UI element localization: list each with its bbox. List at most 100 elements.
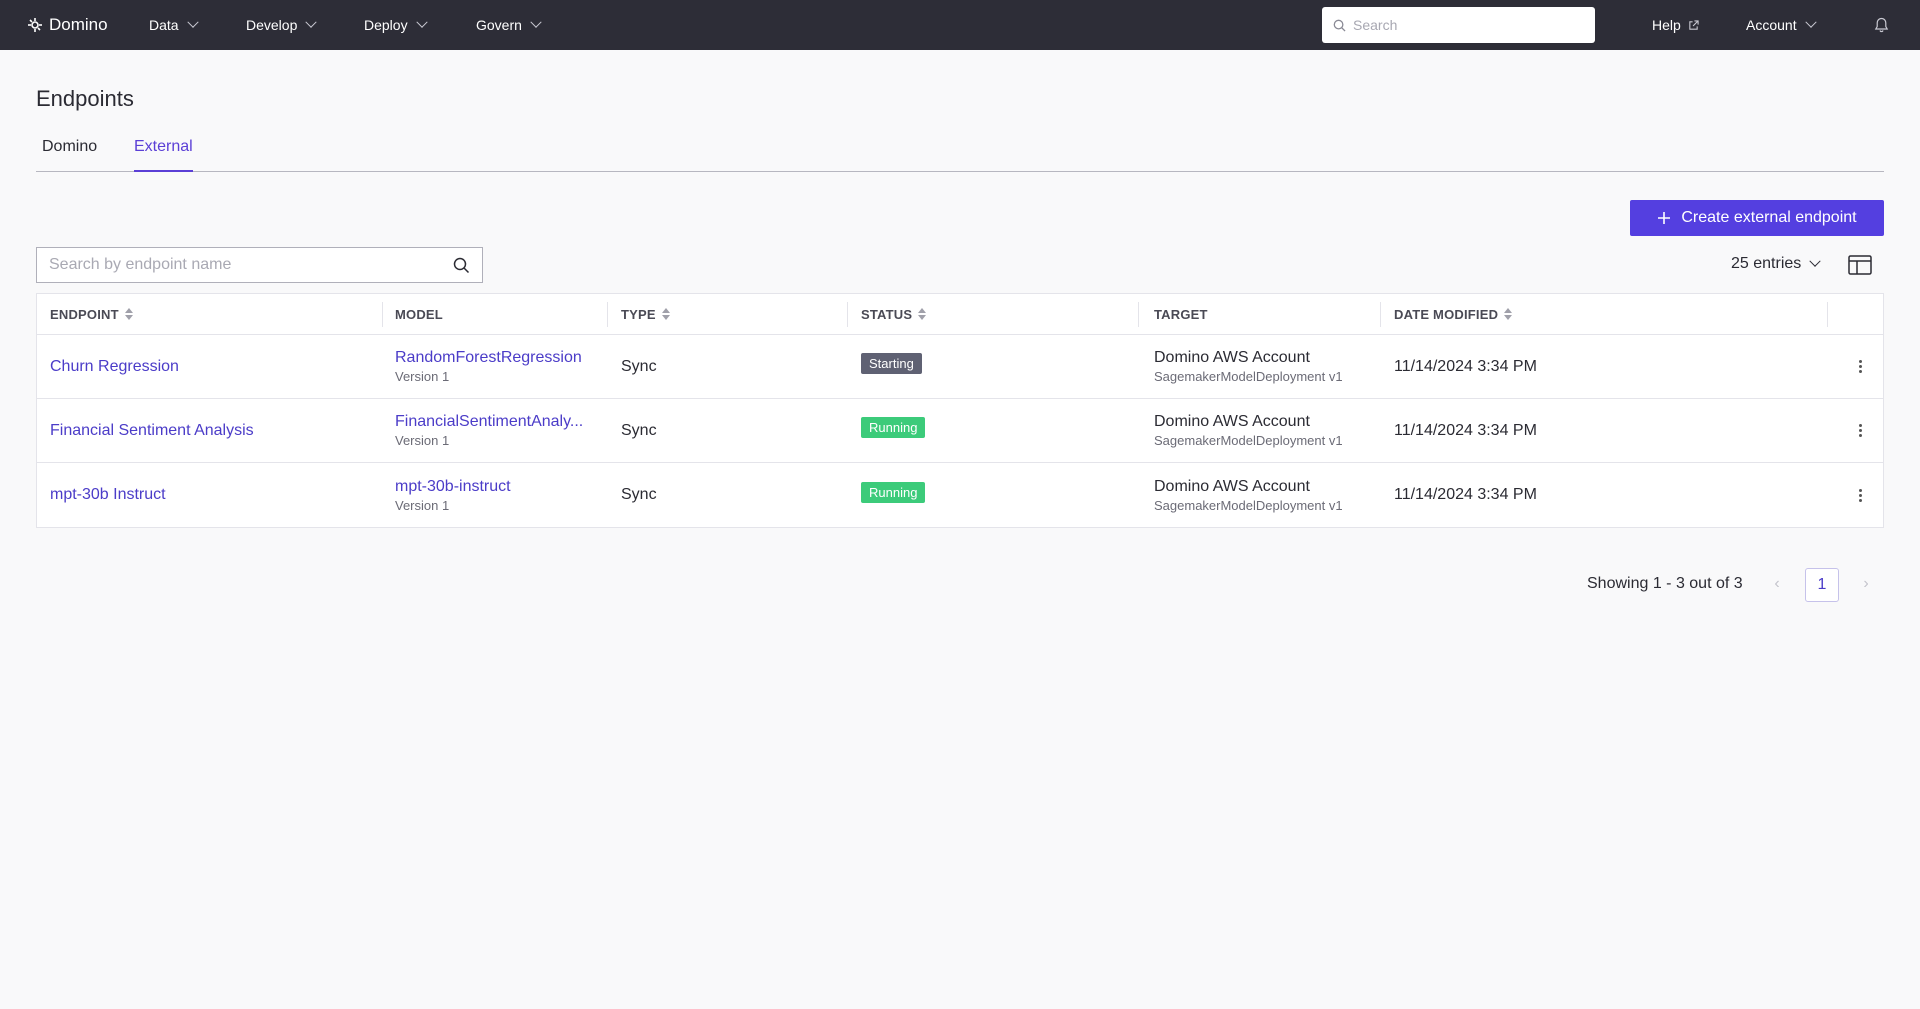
sort-icon xyxy=(124,308,133,320)
target-deployment: SagemakerModelDeployment v1 xyxy=(1154,369,1343,384)
header-target: TARGET xyxy=(1154,294,1208,334)
chevron-down-icon xyxy=(1809,255,1821,267)
endpoint-name-link[interactable]: Churn Regression xyxy=(50,358,179,376)
chevron-down-icon xyxy=(530,16,542,28)
endpoint-type: Sync xyxy=(621,421,657,439)
chevron-left-icon[interactable]: ‹ xyxy=(1765,572,1789,596)
model-name-link[interactable]: mpt-30b-instruct xyxy=(395,478,511,496)
nav-govern-label: Govern xyxy=(476,17,522,33)
nav-data-label: Data xyxy=(149,17,179,33)
nav-data[interactable]: Data xyxy=(149,0,199,50)
header-type-label: TYPE xyxy=(621,306,656,322)
target-deployment: SagemakerModelDeployment v1 xyxy=(1154,497,1343,513)
header-target-label: TARGET xyxy=(1154,306,1208,322)
page-button-current[interactable]: 1 xyxy=(1805,568,1839,602)
header-model: MODEL xyxy=(395,294,443,334)
chevron-right-icon[interactable]: › xyxy=(1854,572,1878,596)
global-search-input[interactable] xyxy=(1353,17,1573,33)
pagination-summary: Showing 1 - 3 out of 3 xyxy=(1587,575,1743,592)
endpoint-tabs: Domino External xyxy=(36,138,1884,172)
column-divider xyxy=(607,302,608,327)
status-badge: Starting xyxy=(861,353,922,374)
column-divider xyxy=(1138,302,1139,327)
external-link-icon xyxy=(1689,19,1699,30)
help-link[interactable]: Help xyxy=(1652,0,1699,50)
sort-icon xyxy=(918,308,927,320)
column-settings-button[interactable] xyxy=(1848,255,1872,280)
column-divider xyxy=(1380,302,1381,327)
notifications-button[interactable] xyxy=(1874,0,1889,50)
header-type[interactable]: TYPE xyxy=(621,294,670,334)
chevron-down-icon xyxy=(305,16,318,28)
nav-develop-label: Develop xyxy=(246,17,298,33)
model-name-link[interactable]: RandomForestRegression xyxy=(395,349,582,367)
header-model-label: MODEL xyxy=(395,306,443,322)
model-version: Version 1 xyxy=(395,497,450,513)
entries-per-page-select[interactable]: 25 entries xyxy=(1731,255,1821,273)
tab-external[interactable]: External xyxy=(134,138,193,172)
brand-name: Domino xyxy=(49,15,108,34)
bell-icon xyxy=(1874,17,1889,33)
global-search[interactable] xyxy=(1322,7,1595,43)
table-row: Churn Regression RandomForestRegression … xyxy=(37,335,1883,399)
status-badge: Running xyxy=(861,417,926,438)
account-menu[interactable]: Account xyxy=(1746,0,1817,50)
status-badge: Running xyxy=(861,481,926,503)
account-label: Account xyxy=(1746,17,1797,33)
table-row: mpt-30b Instruct mpt-30b-instruct Versio… xyxy=(37,463,1883,527)
row-actions-kebab-icon[interactable] xyxy=(1859,360,1862,373)
nav-deploy[interactable]: Deploy xyxy=(364,0,428,50)
endpoint-type: Sync xyxy=(621,357,657,375)
create-external-endpoint-button[interactable]: Create external endpoint xyxy=(1630,200,1884,236)
model-version: Version 1 xyxy=(395,433,450,448)
target-deployment: SagemakerModelDeployment v1 xyxy=(1154,433,1343,448)
entries-label: 25 entries xyxy=(1731,255,1802,272)
search-icon xyxy=(1333,19,1346,32)
header-date-modified[interactable]: DATE MODIFIED xyxy=(1394,294,1513,334)
table-header: ENDPOINT MODEL TYPE STATUS TARGET DATE M… xyxy=(37,294,1883,335)
date-modified: 11/14/2024 3:34 PM xyxy=(1394,486,1537,503)
top-nav: Domino Data Develop Deploy Govern Help A… xyxy=(0,0,1920,50)
chevron-down-icon xyxy=(186,16,199,28)
endpoint-name-link[interactable]: mpt-30b Instruct xyxy=(50,486,166,504)
sort-icon xyxy=(661,308,670,320)
model-name-link[interactable]: FinancialSentimentAnaly... xyxy=(395,413,583,431)
nav-deploy-label: Deploy xyxy=(364,17,408,33)
target-account: Domino AWS Account xyxy=(1154,477,1310,495)
help-label: Help xyxy=(1652,17,1681,33)
create-button-label: Create external endpoint xyxy=(1681,209,1857,226)
chevron-down-icon xyxy=(415,16,428,28)
nav-govern[interactable]: Govern xyxy=(476,0,542,50)
target-account: Domino AWS Account xyxy=(1154,413,1310,430)
column-divider xyxy=(382,302,383,327)
target-account: Domino AWS Account xyxy=(1154,349,1310,366)
endpoint-type: Sync xyxy=(621,486,657,503)
date-modified: 11/14/2024 3:34 PM xyxy=(1394,421,1537,439)
columns-icon xyxy=(1848,255,1872,275)
brand-logo[interactable]: Domino xyxy=(27,15,108,35)
header-endpoint-label: ENDPOINT xyxy=(50,306,119,322)
plus-icon xyxy=(1658,212,1671,224)
chevron-down-icon xyxy=(1804,16,1817,28)
endpoints-table: ENDPOINT MODEL TYPE STATUS TARGET DATE M… xyxy=(36,293,1884,528)
page-title: Endpoints xyxy=(36,86,134,111)
table-row: Financial Sentiment Analysis FinancialSe… xyxy=(37,399,1883,463)
row-actions-kebab-icon[interactable] xyxy=(1859,424,1862,437)
endpoint-search-input[interactable] xyxy=(49,256,453,274)
header-status[interactable]: STATUS xyxy=(861,294,927,334)
endpoint-search xyxy=(36,247,483,283)
column-divider xyxy=(847,302,848,327)
sort-icon xyxy=(1504,308,1513,320)
endpoint-name-link[interactable]: Financial Sentiment Analysis xyxy=(50,422,254,440)
header-status-label: STATUS xyxy=(861,306,913,322)
nav-develop[interactable]: Develop xyxy=(246,0,318,50)
column-divider xyxy=(1827,302,1828,327)
row-actions-kebab-icon[interactable] xyxy=(1859,488,1862,502)
tab-domino[interactable]: Domino xyxy=(42,138,97,172)
domino-logo-icon xyxy=(28,18,42,32)
date-modified: 11/14/2024 3:34 PM xyxy=(1394,357,1537,375)
search-icon[interactable] xyxy=(453,257,470,274)
header-date-label: DATE MODIFIED xyxy=(1394,306,1499,322)
model-version: Version 1 xyxy=(395,369,450,384)
header-endpoint[interactable]: ENDPOINT xyxy=(50,294,133,334)
